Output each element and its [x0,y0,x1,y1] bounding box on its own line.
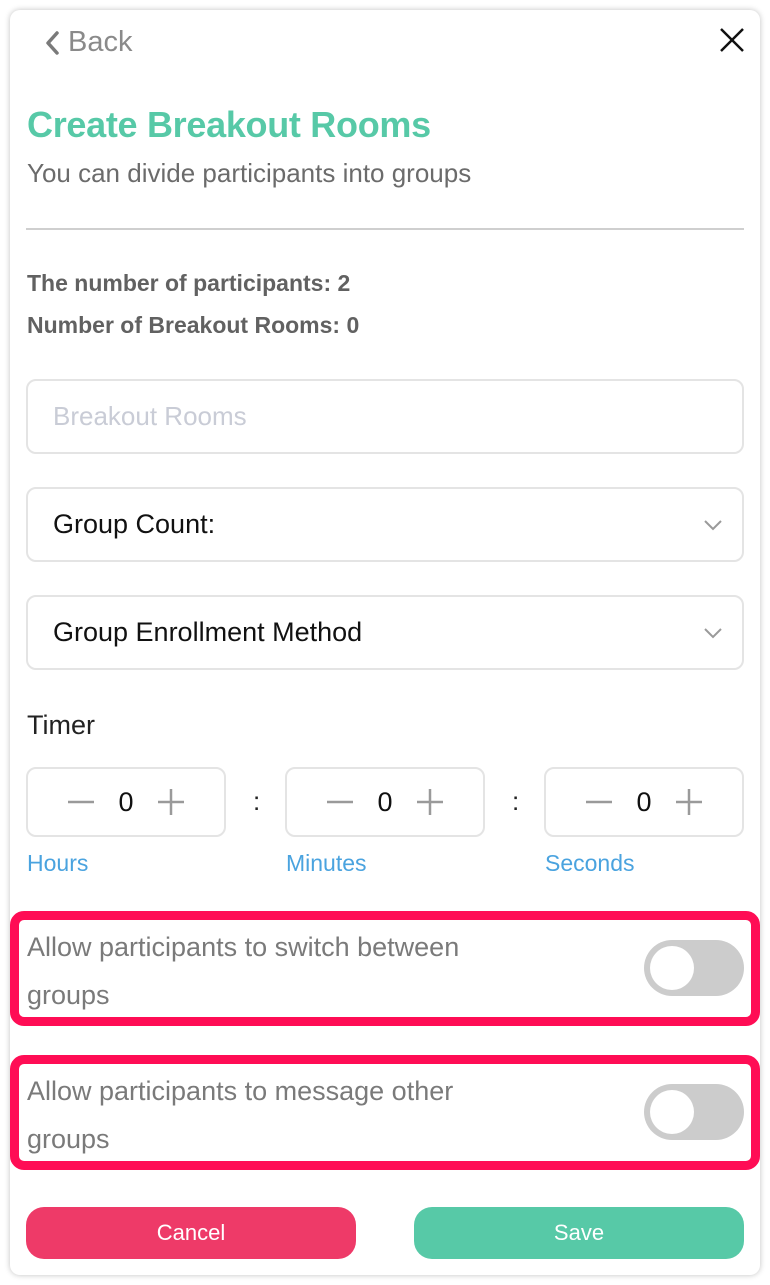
seconds-increment-button[interactable] [672,785,706,819]
group-count-select[interactable]: Group Count: [26,487,744,562]
time-separator: : [253,786,261,816]
seconds-label: Seconds [545,850,635,876]
message-groups-label: Allow participants to message other grou… [27,1076,454,1154]
breakout-rooms-field [26,379,744,454]
minutes-value[interactable]: 0 [357,787,413,818]
page-title: Create Breakout Rooms [27,104,431,145]
seconds-decrement-button[interactable] [582,785,616,819]
hours-increment-button[interactable] [154,785,188,819]
group-count-label: Group Count: [53,509,216,539]
hours-label: Hours [27,850,89,876]
toggle-knob [650,1090,694,1134]
save-button[interactable]: Save [414,1207,744,1259]
switch-groups-label: Allow participants to switch between gro… [27,932,460,1010]
plus-icon [676,789,702,815]
hours-decrement-button[interactable] [64,785,98,819]
breakout-rooms-count: Number of Breakout Rooms: 0 [27,312,360,338]
plus-icon [158,789,184,815]
group-enrollment-method-select[interactable]: Group Enrollment Method [26,595,744,670]
toggle-knob [650,946,694,990]
minus-icon [327,800,353,804]
cancel-button[interactable]: Cancel [26,1207,356,1259]
minutes-stepper: 0 [285,767,485,837]
back-button[interactable]: Back [42,26,132,59]
minutes-label: Minutes [286,850,367,876]
back-label: Back [68,26,133,58]
breakout-rooms-input[interactable] [28,381,742,452]
time-separator: : [512,786,520,816]
timer-label: Timer [27,710,95,740]
minus-icon [586,800,612,804]
page-subtitle: You can divide participants into groups [27,158,472,188]
chevron-down-icon [704,627,722,638]
message-groups-setting: Allow participants to message other grou… [10,1055,760,1170]
close-button[interactable] [716,24,748,56]
chevron-down-icon [704,519,722,530]
participants-count: The number of participants: 2 [27,270,351,296]
group-enrollment-method-label: Group Enrollment Method [53,617,363,647]
seconds-value[interactable]: 0 [616,787,672,818]
hours-stepper: 0 [26,767,226,837]
close-icon [720,28,744,52]
hours-value[interactable]: 0 [98,787,154,818]
minus-icon [68,800,94,804]
minutes-decrement-button[interactable] [323,785,357,819]
chevron-left-icon [46,30,59,55]
seconds-stepper: 0 [544,767,744,837]
plus-icon [417,789,443,815]
minutes-increment-button[interactable] [413,785,447,819]
switch-groups-toggle[interactable] [644,940,744,996]
divider [26,228,744,230]
message-groups-toggle[interactable] [644,1084,744,1140]
switch-groups-setting: Allow participants to switch between gro… [10,911,760,1026]
